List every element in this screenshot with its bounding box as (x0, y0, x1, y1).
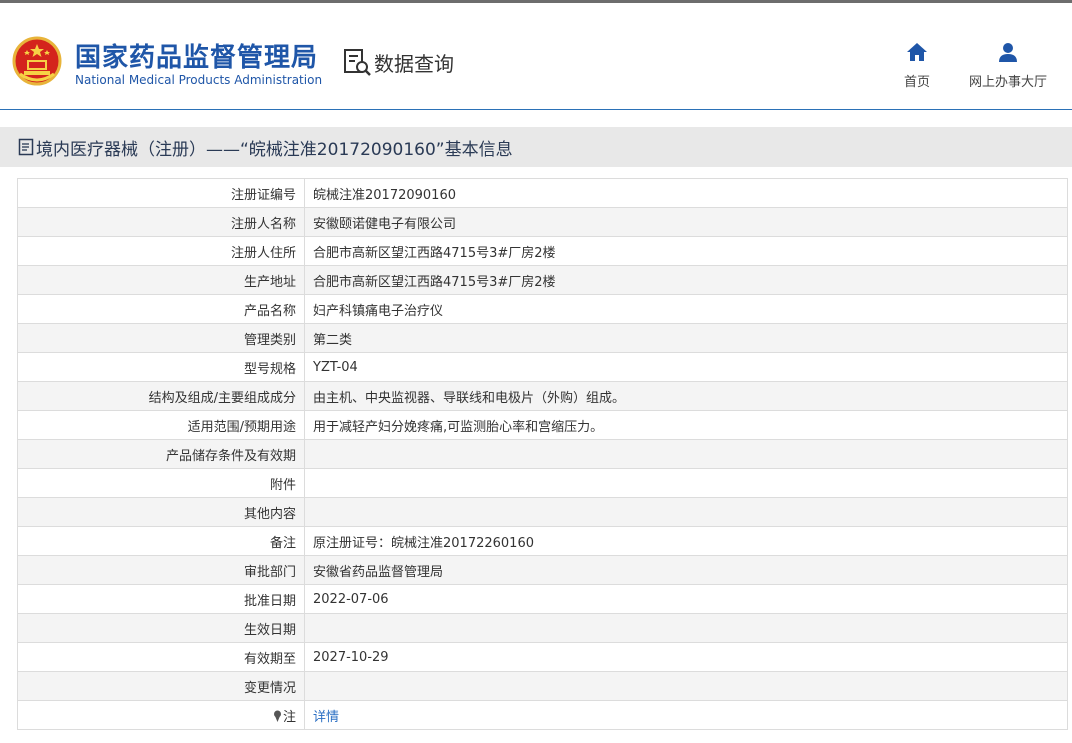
table-row: 批准日期 2022-07-06 (17, 584, 1068, 614)
table-row: 产品储存条件及有效期 (17, 439, 1068, 469)
field-value: 2022-07-06 (304, 584, 1068, 614)
nav-online-hall-label: 网上办事大厅 (968, 75, 1047, 90)
field-value: 安徽颐诺健电子有限公司 (304, 207, 1068, 237)
field-label: 变更情况 (17, 671, 305, 701)
field-value: 2027-10-29 (304, 642, 1068, 672)
org-name-en: National Medical Products Administration (75, 73, 323, 87)
field-value (304, 671, 1068, 701)
field-value-note: 详情 (304, 700, 1068, 730)
site-header: 国家药品监督管理局 National Medical Products Admi… (0, 3, 1072, 110)
table-row: 注册人名称 安徽颐诺健电子有限公司 (17, 207, 1068, 237)
field-value: 皖械注准20172090160 (304, 178, 1068, 208)
field-label: 生效日期 (17, 613, 305, 643)
pin-icon (273, 710, 281, 722)
field-value (304, 439, 1068, 469)
table-row: 结构及组成/主要组成成分 由主机、中央监视器、导联线和电极片（外购）组成。 (17, 381, 1068, 411)
data-query-section[interactable]: 数据查询 (342, 47, 454, 77)
field-label: 结构及组成/主要组成成分 (17, 381, 305, 411)
field-value: 合肥市高新区望江西路4715号3#厂房2楼 (304, 265, 1068, 295)
table-row: 注册人住所 合肥市高新区望江西路4715号3#厂房2楼 (17, 236, 1068, 266)
document-icon (18, 138, 34, 156)
field-value: 原注册证号：皖械注准20172260160 (304, 526, 1068, 556)
field-label: 批准日期 (17, 584, 305, 614)
table-row: 产品名称 妇产科镇痛电子治疗仪 (17, 294, 1068, 324)
table-row: 注册证编号 皖械注准20172090160 (17, 178, 1068, 208)
field-label: 型号规格 (17, 352, 305, 382)
field-value: 合肥市高新区望江西路4715号3#厂房2楼 (304, 236, 1068, 266)
field-value: 安徽省药品监督管理局 (304, 555, 1068, 585)
field-label: 备注 (17, 526, 305, 556)
details-link[interactable]: 详情 (313, 710, 339, 725)
table-row: 管理类别 第二类 (17, 323, 1068, 353)
field-value: 妇产科镇痛电子治疗仪 (304, 294, 1068, 324)
field-label: 注册人名称 (17, 207, 305, 237)
field-label: 注册证编号 (17, 178, 305, 208)
national-emblem-icon (12, 36, 62, 86)
field-value: 第二类 (304, 323, 1068, 353)
field-label: 有效期至 (17, 642, 305, 672)
user-icon (999, 43, 1017, 62)
nav-online-hall[interactable]: 网上办事大厅 (966, 41, 1050, 90)
document-search-icon (344, 49, 371, 76)
field-label: 管理类别 (17, 323, 305, 353)
table-row: 备注 原注册证号：皖械注准20172260160 (17, 526, 1068, 556)
table-row: 适用范围/预期用途 用于减轻产妇分娩疼痛,可监测胎心率和宫缩压力。 (17, 410, 1068, 440)
org-name-cn: 国家药品监督管理局 (75, 43, 319, 73)
page-title-bar: 境内医疗器械（注册）——“皖械注准20172090160”基本信息 (0, 127, 1072, 167)
field-label: 产品名称 (17, 294, 305, 324)
field-value: YZT-04 (304, 352, 1068, 382)
table-row: 其他内容 (17, 497, 1068, 527)
table-row: 有效期至 2027-10-29 (17, 642, 1068, 672)
nav-home[interactable]: 首页 (896, 41, 938, 90)
data-query-label: 数据查询 (374, 51, 454, 76)
field-label: 生产地址 (17, 265, 305, 295)
field-label: 注册人住所 (17, 236, 305, 266)
page-title: 境内医疗器械（注册）——“皖械注准20172090160”基本信息 (36, 139, 513, 160)
field-label: 产品储存条件及有效期 (17, 439, 305, 469)
field-value: 由主机、中央监视器、导联线和电极片（外购）组成。 (304, 381, 1068, 411)
registration-info-table: 注册证编号 皖械注准20172090160 注册人名称 安徽颐诺健电子有限公司 注册人住… (17, 178, 1068, 730)
table-row: 型号规格 YZT-04 (17, 352, 1068, 382)
field-label-note: 注 (17, 700, 305, 730)
field-value (304, 497, 1068, 527)
nav-home-label: 首页 (903, 75, 930, 90)
table-row-note: 注 详情 (17, 700, 1068, 730)
field-label: 附件 (17, 468, 305, 498)
field-label: 其他内容 (17, 497, 305, 527)
table-row: 生产地址 合肥市高新区望江西路4715号3#厂房2楼 (17, 265, 1068, 295)
table-row: 审批部门 安徽省药品监督管理局 (17, 555, 1068, 585)
field-label: 适用范围/预期用途 (17, 410, 305, 440)
field-label: 审批部门 (17, 555, 305, 585)
table-row: 变更情况 (17, 671, 1068, 701)
field-value (304, 613, 1068, 643)
field-value: 用于减轻产妇分娩疼痛,可监测胎心率和宫缩压力。 (304, 410, 1068, 440)
note-label: 注 (282, 709, 296, 725)
table-row: 附件 (17, 468, 1068, 498)
home-icon (907, 43, 927, 61)
table-row: 生效日期 (17, 613, 1068, 643)
field-value (304, 468, 1068, 498)
